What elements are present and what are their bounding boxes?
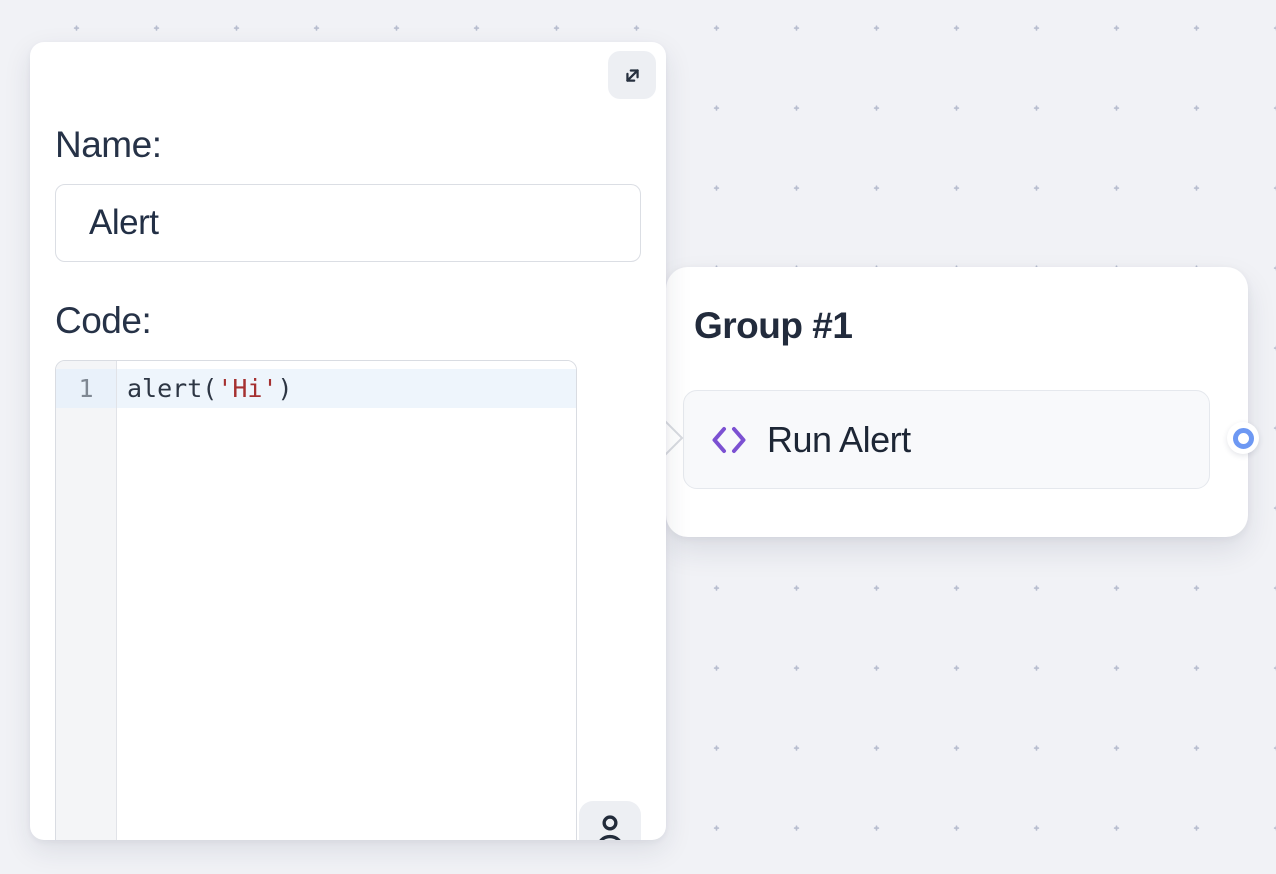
group-node-card[interactable]: Group #1 Run Alert <box>666 267 1248 537</box>
node-output-handle[interactable] <box>1227 422 1259 454</box>
name-input[interactable] <box>55 184 641 262</box>
node-label: Run Alert <box>767 419 911 461</box>
expand-button[interactable] <box>608 51 656 99</box>
flow-canvas[interactable]: Group #1 Run Alert Name: Code: 1 <box>0 0 1276 874</box>
code-label: Code: <box>55 300 151 342</box>
line-number: 1 <box>56 369 116 408</box>
code-line: alert('Hi') <box>117 369 576 408</box>
node-run-alert[interactable]: Run Alert <box>683 390 1210 489</box>
name-label: Name: <box>55 124 161 166</box>
node-editor-panel: Name: Code: 1 alert('Hi') <box>30 42 666 840</box>
expand-diagonal-icon <box>619 62 646 89</box>
code-brackets-icon <box>709 420 749 460</box>
code-area[interactable]: alert('Hi') <box>117 361 576 840</box>
code-token: alert( <box>127 374 217 403</box>
code-token-string: 'Hi' <box>217 374 277 403</box>
group-title: Group #1 <box>694 305 852 347</box>
user-button[interactable] <box>579 801 641 840</box>
code-editor[interactable]: 1 alert('Hi') <box>55 360 577 840</box>
person-icon <box>591 810 629 840</box>
code-gutter: 1 <box>56 361 117 840</box>
code-token: ) <box>278 374 293 403</box>
output-handle-ring-icon <box>1233 428 1254 449</box>
